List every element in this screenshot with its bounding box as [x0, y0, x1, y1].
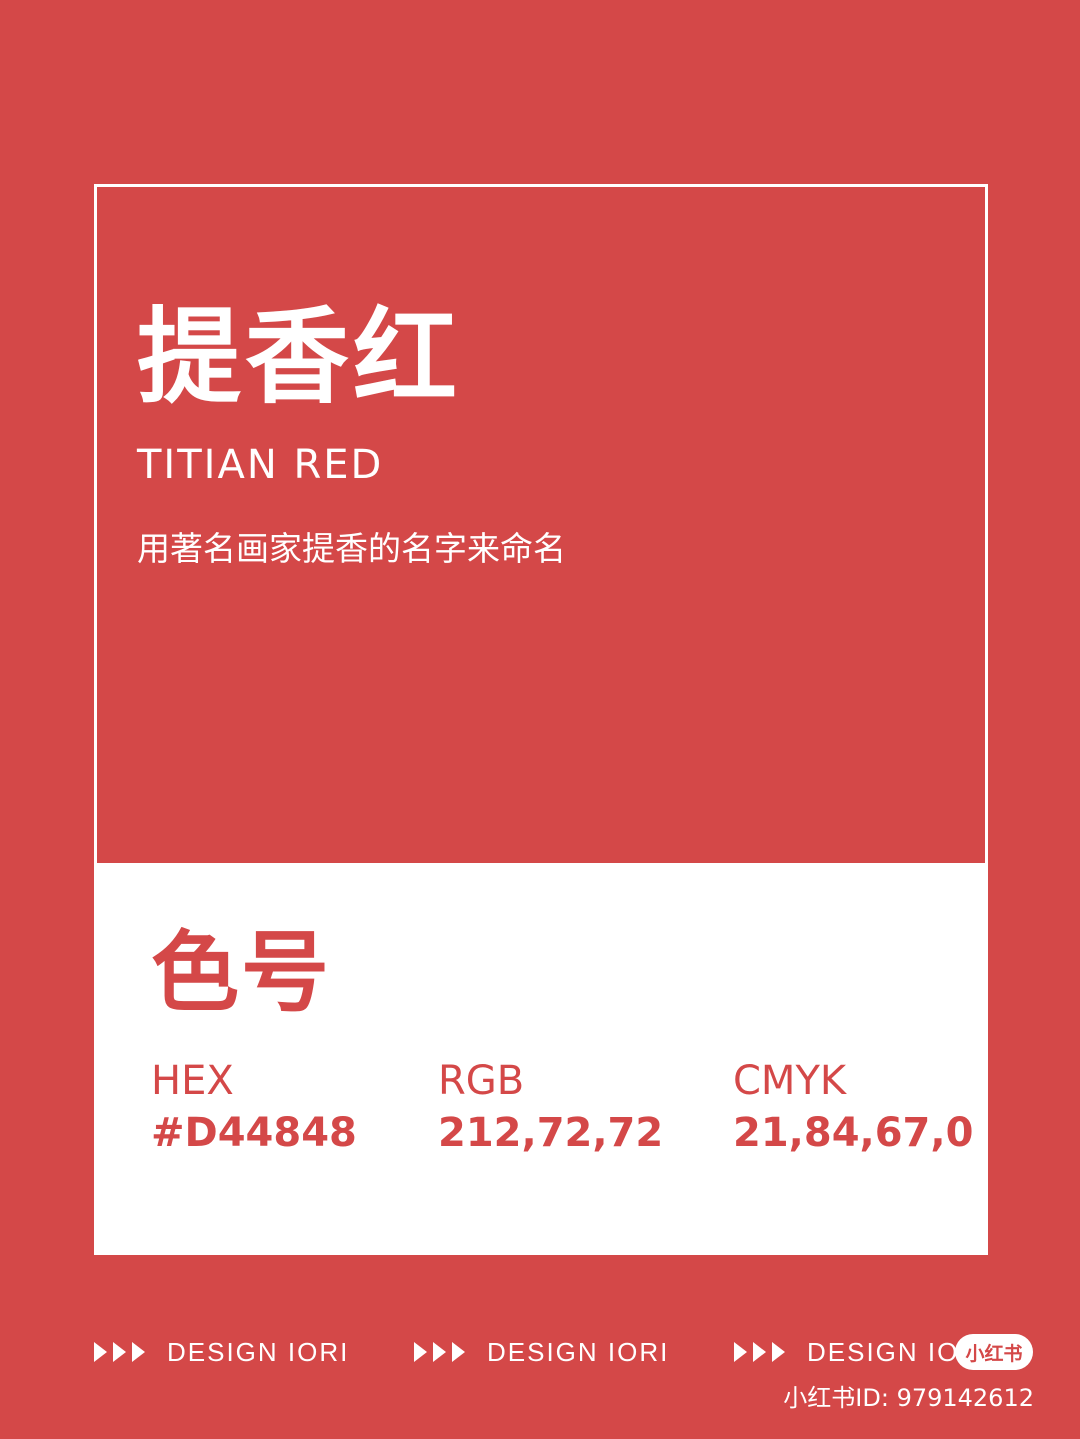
hex-value: #D44848 — [151, 1110, 357, 1156]
triple-arrow-icon — [414, 1342, 465, 1362]
footer-brand-text: DESIGN IO — [807, 1336, 960, 1367]
color-swatch: 提香红 TITIAN RED 用著名画家提香的名字来命名 — [97, 187, 985, 863]
hex-code: HEX #D44848 — [151, 1061, 357, 1153]
color-code-panel: 色号 HEX #D44848 RGB 212,72,72 CMYK 21,84,… — [97, 863, 985, 1252]
footer-brand-1: DESIGN IORI — [94, 1334, 349, 1370]
watermark-user-id: 小红书ID: 979142612 — [783, 1384, 1034, 1412]
footer-brand-text: DESIGN IORI — [487, 1336, 670, 1367]
rgb-value: 212,72,72 — [438, 1110, 664, 1156]
footer-brand-text: DESIGN IORI — [167, 1336, 350, 1367]
triple-arrow-icon — [734, 1342, 785, 1362]
footer-brand-2: DESIGN IORI — [414, 1334, 669, 1370]
xiaohongshu-logo-text: 小红书 — [965, 1342, 1023, 1365]
rgb-label: RGB — [438, 1058, 525, 1104]
cmyk-label: CMYK — [733, 1058, 847, 1104]
hex-label: HEX — [151, 1058, 234, 1104]
cmyk-value: 21,84,67,0 — [733, 1110, 974, 1156]
color-name-english: TITIAN RED — [137, 442, 384, 488]
color-description: 用著名画家提香的名字来命名 — [137, 529, 566, 568]
cmyk-code: CMYK 21,84,67,0 — [733, 1061, 973, 1153]
rgb-code: RGB 212,72,72 — [438, 1061, 663, 1153]
color-card: 提香红 TITIAN RED 用著名画家提香的名字来命名 色号 HEX #D44… — [94, 184, 988, 1255]
triple-arrow-icon — [94, 1342, 145, 1362]
color-code-heading: 色号 — [151, 921, 332, 1024]
footer-brand-3: DESIGN IO — [734, 1334, 959, 1370]
color-name-chinese: 提香红 — [137, 296, 462, 418]
xiaohongshu-logo-badge: 小红书 — [955, 1334, 1033, 1370]
